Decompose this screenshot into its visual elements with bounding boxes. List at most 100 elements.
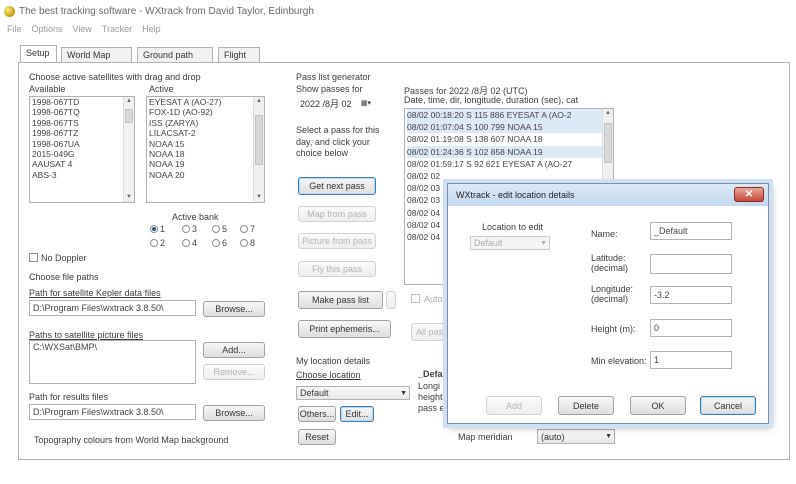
chevron-down-icon: ▼ <box>400 389 407 397</box>
list-item[interactable]: LILACSAT-2 <box>149 128 264 138</box>
scroll-up-icon[interactable]: ▲ <box>254 97 264 106</box>
bank-radio-5[interactable]: 5 <box>212 224 227 234</box>
available-label: Available <box>29 84 66 94</box>
kepler-browse-button[interactable]: Browse... <box>203 301 265 317</box>
name-field[interactable]: _Default <box>650 222 732 240</box>
window-title: The best tracking software - WXtrack fro… <box>19 5 314 17</box>
scroll-up-icon[interactable]: ▲ <box>124 97 134 106</box>
get-next-pass-button[interactable]: Get next pass <box>298 177 376 195</box>
make-pass-list-button[interactable]: Make pass list <box>298 291 383 309</box>
list-item[interactable]: NOAA 19 <box>149 159 264 169</box>
list-item[interactable]: 1998-067TS <box>32 118 134 128</box>
bank-radio-3[interactable]: 3 <box>182 224 197 234</box>
tab-flight[interactable]: Flight <box>218 47 260 62</box>
picture-from-pass-button[interactable]: Picture from pass <box>298 233 376 249</box>
available-satellites-list[interactable]: 1998-067TD 1998-067TQ 1998-067TS 1998-06… <box>29 96 135 203</box>
cancel-button[interactable]: Cancel <box>700 396 756 415</box>
radio-icon <box>150 239 158 247</box>
menu-options[interactable]: Options <box>32 24 63 34</box>
list-item[interactable]: FOX-1D (AO-92) <box>149 107 264 117</box>
no-doppler-checkbox[interactable] <box>29 253 38 262</box>
window-title-bar: The best tracking software - WXtrack fro… <box>0 0 796 22</box>
height-label: Height (m): <box>591 324 636 334</box>
available-list-scrollbar[interactable]: ▲ ▼ <box>123 97 134 202</box>
all-passes-button[interactable]: All pas <box>411 323 447 341</box>
map-from-pass-button[interactable]: Map from pass <box>298 206 376 222</box>
others-button[interactable]: Others... <box>298 406 336 422</box>
map-meridian-label: Map meridian <box>458 432 513 442</box>
scrollbar-thumb[interactable] <box>604 123 612 163</box>
name-label: Name: <box>591 229 618 239</box>
list-item[interactable]: 08/02 02 <box>407 170 613 182</box>
height-field[interactable]: 0 <box>650 319 732 337</box>
bank-radio-6[interactable]: 6 <box>212 238 227 248</box>
pass-list-spin-button[interactable] <box>386 291 396 309</box>
longitude-field[interactable]: -3.2 <box>650 286 732 304</box>
picture-paths-label: Paths to satellite picture files <box>29 330 144 340</box>
scroll-down-icon[interactable]: ▼ <box>254 193 264 202</box>
bank-radio-1[interactable]: 1 <box>150 224 165 234</box>
radio-icon <box>212 225 220 233</box>
list-item[interactable]: 08/02 00:18:20 S 115 886 EYESAT A (AO-2 <box>407 109 613 122</box>
location-to-edit-select[interactable]: Default ▼ <box>470 236 550 250</box>
remove-picture-path-button[interactable]: Remove... <box>203 364 265 380</box>
reset-button[interactable]: Reset <box>298 429 336 445</box>
list-item[interactable]: 08/02 01:24:36 S 102 858 NOAA 19 <box>407 145 613 158</box>
location-select[interactable]: Default ▼ <box>296 386 410 400</box>
list-item[interactable]: 1998-067UA <box>32 139 134 149</box>
bank-radio-4[interactable]: 4 <box>182 238 197 248</box>
bank-radio-2[interactable]: 2 <box>150 238 165 248</box>
list-item[interactable]: 08/02 01:19:08 S 138 607 NOAA 18 <box>407 133 613 145</box>
scroll-up-icon[interactable]: ▲ <box>603 109 613 118</box>
list-item[interactable]: 08/02 01:07:04 S 100 799 NOAA 15 <box>407 121 613 134</box>
active-list-scrollbar[interactable]: ▲ ▼ <box>253 97 264 202</box>
list-item[interactable]: 1998-067TD <box>32 97 134 107</box>
results-path-field[interactable]: D:\Program Files\wxtrack 3.8.50\ <box>29 404 196 420</box>
active-satellites-list[interactable]: EYESAT A (AO-27) FOX-1D (AO-92) ISS (ZAR… <box>146 96 265 203</box>
min-elevation-field[interactable]: 1 <box>650 351 732 369</box>
list-item[interactable]: 08/02 01:59:17 S 92 621 EYESAT A (AO-27 <box>407 158 613 170</box>
scrollbar-thumb[interactable] <box>255 115 263 165</box>
menu-view[interactable]: View <box>73 24 92 34</box>
calendar-dropdown-icon[interactable]: ▦▾ <box>361 97 371 109</box>
list-item[interactable]: EYESAT A (AO-27) <box>149 97 264 107</box>
latitude-label: Latitude: (decimal) <box>591 253 629 273</box>
delete-location-button[interactable]: Delete <box>558 396 614 415</box>
list-item[interactable]: NOAA 18 <box>149 149 264 159</box>
auto-checkbox[interactable] <box>411 294 420 303</box>
bank-radio-7[interactable]: 7 <box>240 224 255 234</box>
results-browse-button[interactable]: Browse... <box>203 405 265 421</box>
list-item[interactable]: 1998-067TQ <box>32 107 134 117</box>
tab-ground-path[interactable]: Ground path <box>137 47 213 62</box>
dialog-title-bar: WXtrack - edit location details ✕ <box>448 184 768 206</box>
fly-this-pass-button[interactable]: Fly this pass <box>298 261 376 277</box>
list-item[interactable]: AAUSAT 4 <box>32 159 134 169</box>
list-item[interactable]: ISS (ZARYA) <box>149 118 264 128</box>
chevron-down-icon: ▼ <box>605 433 612 440</box>
kepler-path-field[interactable]: D:\Program Files\wxtrack 3.8.50\ <box>29 300 196 316</box>
active-bank-label: Active bank <box>172 212 219 222</box>
tab-world-map[interactable]: World Map <box>61 47 132 62</box>
menu-help[interactable]: Help <box>142 24 161 34</box>
scrollbar-thumb[interactable] <box>125 109 133 123</box>
menu-tracker[interactable]: Tracker <box>102 24 132 34</box>
bank-radio-8[interactable]: 8 <box>240 238 255 248</box>
add-picture-path-button[interactable]: Add... <box>203 342 265 358</box>
pass-date-picker[interactable]: 2022 /8月 02 ▦▾ <box>296 96 374 110</box>
print-ephemeris-button[interactable]: Print ephemeris... <box>298 320 391 338</box>
latitude-field[interactable] <box>650 254 732 274</box>
add-location-button[interactable]: Add <box>486 396 542 415</box>
scroll-down-icon[interactable]: ▼ <box>124 193 134 202</box>
picture-paths-field[interactable]: C:\WXSat\BMP\ <box>29 340 196 384</box>
list-item[interactable]: ABS-3 <box>32 170 134 180</box>
edit-location-button[interactable]: Edit... <box>340 406 374 422</box>
list-item[interactable]: 1998-067TZ <box>32 128 134 138</box>
list-item[interactable]: NOAA 20 <box>149 170 264 180</box>
list-item[interactable]: NOAA 15 <box>149 139 264 149</box>
close-icon[interactable]: ✕ <box>734 187 764 202</box>
list-item[interactable]: 2015-049G <box>32 149 134 159</box>
tab-setup[interactable]: Setup <box>20 45 57 63</box>
menu-file[interactable]: File <box>7 24 22 34</box>
map-meridian-select[interactable]: (auto) ▼ <box>537 429 615 444</box>
ok-button[interactable]: OK <box>630 396 686 415</box>
